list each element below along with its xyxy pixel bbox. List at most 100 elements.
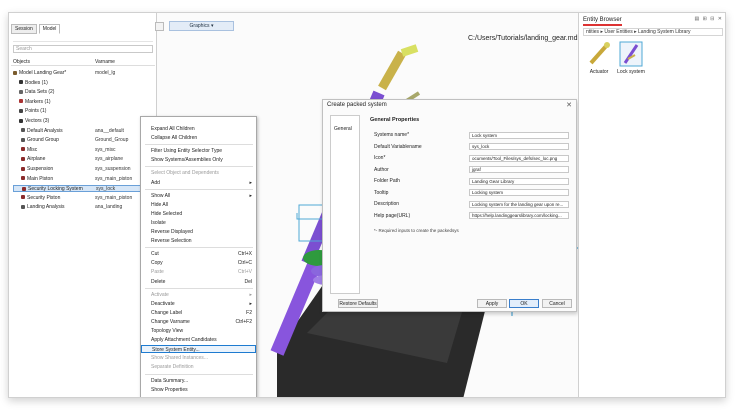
context-menu-item[interactable]: Show Systems/Assemblies Only — [141, 156, 256, 164]
restore-defaults-button[interactable]: Restore Defaults — [338, 299, 378, 308]
tree-row-label: Main Piston — [21, 176, 53, 183]
ok-button[interactable]: OK — [509, 299, 539, 308]
context-menu-item[interactable]: Change Label F2 — [141, 309, 256, 317]
context-menu-item[interactable]: Store System Entity... — [141, 345, 256, 354]
tree-row[interactable]: Suspension sys_suspension — [13, 166, 155, 173]
tree-row-name: Markers (1) — [25, 98, 51, 105]
tree-row-varname: sys_lock — [96, 186, 116, 193]
menu-item-shortcut: F2 — [246, 309, 252, 316]
tree-row-name: Bodies (1) — [25, 79, 48, 86]
tree-row[interactable]: Vectors (3) — [13, 118, 155, 125]
tree-row-name: Points (1) — [25, 108, 47, 115]
tree-row[interactable]: Model Landing Gear* model_lg — [13, 70, 155, 77]
tree-node-icon — [13, 70, 17, 75]
context-menu-item: Select Object and Dependents — [141, 169, 256, 177]
tree-row[interactable]: Data Sets (2) — [13, 89, 155, 96]
context-menu-item[interactable]: Delete Del — [141, 278, 256, 286]
field-label: Description — [374, 201, 400, 207]
menu-item-label: Deactivate — [151, 300, 175, 307]
tree-row-varname: sys_main_piston — [95, 194, 133, 201]
menu-item-label: Show Properties — [151, 386, 188, 393]
context-menu-item[interactable]: Reverse Displayed — [141, 228, 256, 236]
field-input[interactable]: Lock system — [469, 131, 569, 139]
tree-row[interactable]: Security Locking System sys_lock — [13, 185, 155, 193]
tree-row[interactable]: Default Analysis ana__default — [13, 128, 155, 135]
entity-browser-title: Entity Browser — [583, 17, 622, 26]
tab-session[interactable]: Session — [11, 24, 37, 34]
context-menu-item[interactable]: Copy Ctrl+C — [141, 259, 256, 267]
field-input[interactable]: ocuments/Tool_Files/sys_defs/sec_loc.png — [469, 154, 569, 162]
tree-row[interactable]: Misc sys_misc — [13, 147, 155, 154]
tree-row[interactable]: Bodies (1) — [13, 80, 155, 87]
context-menu-item[interactable]: Data Summary... — [141, 377, 256, 385]
tab-model[interactable]: Model — [38, 24, 61, 34]
tree-row-label: Model Landing Gear* — [13, 70, 66, 77]
field-input[interactable]: sys_lock — [469, 143, 569, 150]
field-input[interactable]: Locking system for the landing gear upon… — [469, 200, 569, 208]
context-menu-item[interactable]: Apply Attachment Candidates — [141, 336, 256, 344]
tree-node-icon — [21, 147, 25, 152]
tree-row[interactable]: Landing Analysis ana_landing — [13, 204, 155, 211]
menu-item-label: Data Summary... — [151, 377, 189, 384]
tree-row[interactable]: Markers (1) — [13, 99, 155, 106]
context-menu-item[interactable]: Add ▸ — [141, 179, 256, 187]
browser-search-input[interactable]: Search — [13, 45, 153, 53]
tree-row-label: Security Piston — [21, 195, 60, 202]
menu-separator — [145, 166, 253, 168]
entity-item-label: Lock system — [617, 69, 645, 75]
context-menu-item[interactable]: Show Properties — [141, 386, 256, 394]
context-menu-item[interactable]: Cut Ctrl+X — [141, 250, 256, 258]
entity-item-lock-system[interactable]: Lock system — [617, 41, 645, 75]
field-input[interactable]: Landing Gear Library — [469, 177, 569, 185]
context-menu-item[interactable]: Isolate — [141, 219, 256, 227]
field-label: Folder Path — [374, 178, 400, 184]
tree-row[interactable]: Security Piston sys_main_piston — [13, 195, 155, 202]
tree-row[interactable]: Airplane sys_airplane — [13, 156, 155, 163]
entity-breadcrumb[interactable]: ntities ▸ User Entities ▸ Landing System… — [583, 28, 723, 36]
field-input[interactable]: Locking system — [469, 189, 569, 196]
menu-item-shortcut: ▸ — [249, 179, 252, 186]
tree-row-label: Vectors (3) — [19, 118, 49, 125]
close-icon[interactable]: ✕ — [566, 101, 572, 109]
tree-row-name: Default Analysis — [27, 127, 63, 134]
menu-item-label: Delete — [151, 278, 166, 285]
context-menu-item[interactable]: Filter Using Entity Selector Type — [141, 147, 256, 155]
entity-item-actuator[interactable]: Actuator — [585, 41, 613, 75]
context-menu-item[interactable]: Change Varname Ctrl+F2 — [141, 318, 256, 326]
tree-row[interactable]: Main Piston sys_main_piston — [13, 176, 155, 183]
field-input[interactable]: jgraf — [469, 166, 569, 173]
graphics-dropdown[interactable]: Graphics ▾ — [169, 21, 234, 31]
context-menu-item[interactable]: Expand All Children — [141, 125, 256, 133]
menu-item-shortcut: Del — [244, 278, 252, 285]
menu-item-label: Hide All — [151, 201, 168, 208]
create-packed-system-dialog: Create packed system ✕ General General P… — [322, 99, 577, 312]
context-menu-item[interactable]: Hide All — [141, 201, 256, 209]
field-input[interactable]: https://help.landinggearslibrary.com/loc… — [469, 212, 569, 219]
context-menu-item: Activate ▸ — [141, 291, 256, 299]
context-menu-item[interactable]: Deactivate ▸ — [141, 300, 256, 308]
context-menu-item[interactable]: Reverse Selection — [141, 237, 256, 245]
menu-item-label: Store System Entity... — [152, 347, 200, 354]
dialog-nav: General — [330, 115, 360, 294]
entity-toolbar-icons[interactable]: ▤ ⊞ ⊟ ✕ — [695, 16, 723, 22]
menu-item-label: Activate — [151, 291, 169, 298]
tree-node-icon — [19, 99, 23, 104]
field-label: Icon* — [374, 155, 386, 161]
tree-node-icon — [19, 118, 23, 123]
menu-separator — [145, 287, 253, 289]
tree-node-icon — [21, 137, 25, 142]
context-menu-item[interactable]: Show All ▸ — [141, 192, 256, 200]
context-menu-item[interactable]: Hide Selected — [141, 210, 256, 218]
tree-row-label: Data Sets (2) — [19, 89, 54, 96]
tree-row[interactable]: Ground Group Ground_Group — [13, 137, 155, 144]
tree-row-name: Airplane — [27, 156, 46, 163]
context-menu-item[interactable]: Topology View — [141, 327, 256, 335]
cancel-button[interactable]: Cancel — [542, 299, 572, 308]
apply-button[interactable]: Apply — [477, 299, 507, 308]
tree-node-icon — [19, 89, 23, 94]
search-icon[interactable] — [155, 22, 164, 31]
nav-item-general[interactable]: General — [334, 126, 352, 132]
context-menu-item[interactable]: Collapse All Children — [141, 134, 256, 142]
entity-browser-panel: Entity Browser ▤ ⊞ ⊟ ✕ ntities ▸ User En… — [578, 13, 725, 397]
tree-row[interactable]: Points (1) — [13, 108, 155, 115]
